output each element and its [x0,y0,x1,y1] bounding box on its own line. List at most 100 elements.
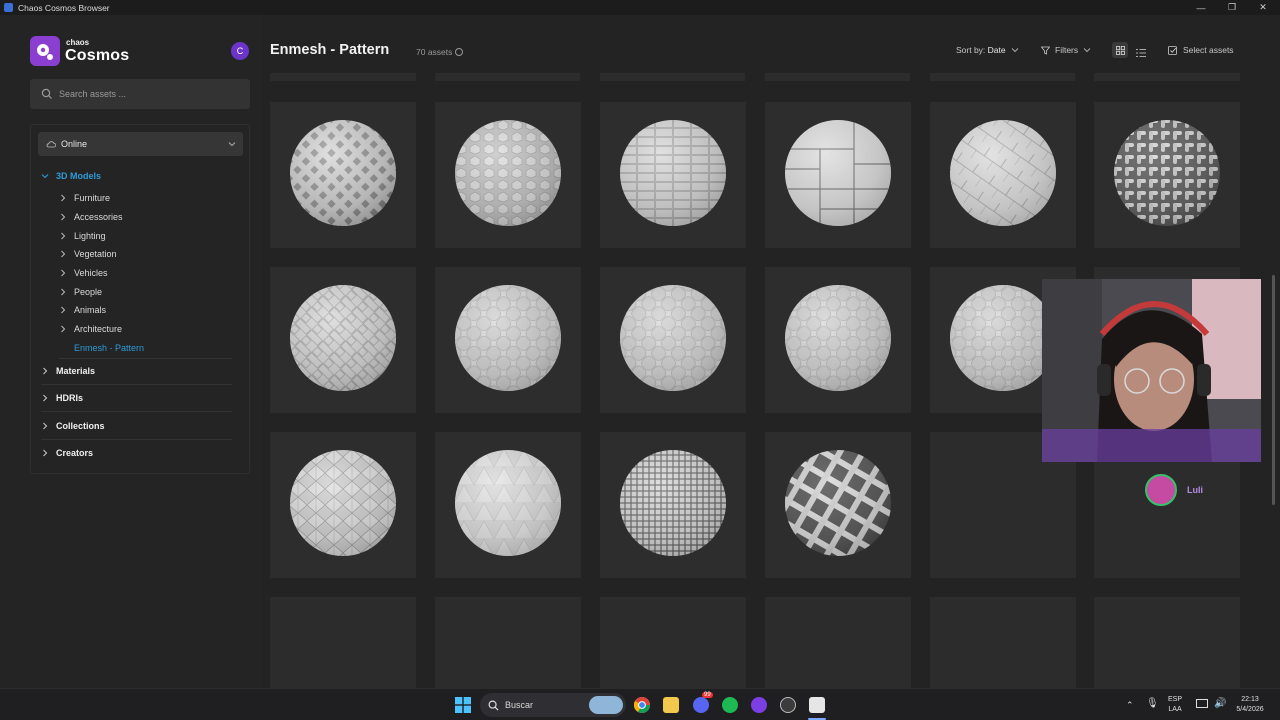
tree-section-3d-models[interactable]: 3D Models [41,171,101,181]
asset-tile[interactable] [600,597,746,688]
tree-section-materials[interactable]: Materials [41,366,95,376]
tree-item-accessories[interactable]: Accessories [59,212,123,222]
filters-label: Filters [1055,45,1079,55]
tree-item-animals[interactable]: Animals [59,305,106,315]
asset-tile[interactable] [1094,597,1240,688]
grid-view-icon [1115,45,1125,55]
asset-tile[interactable] [600,267,746,413]
network-icon[interactable] [1196,699,1208,708]
language-top: ESP [1168,696,1183,703]
chevron-right-icon [61,306,66,314]
asset-tile[interactable] [435,267,581,413]
sphere-preview [620,285,726,391]
asset-tile[interactable] [270,432,416,578]
tree-item-vegetation[interactable]: Vegetation [59,249,117,259]
list-view-button[interactable] [1136,45,1146,63]
select-assets-button[interactable]: Select assets [1168,45,1234,55]
window-title: Chaos Cosmos Browser [18,2,110,13]
asset-tile[interactable] [270,267,416,413]
language-indicator[interactable]: ESP LAA [1168,695,1182,715]
streamer-badge: Luli [1145,474,1203,506]
source-label: Online [61,139,88,149]
sphere-preview [785,120,891,226]
github-icon[interactable] [780,697,796,713]
tree-item-people[interactable]: People [59,287,102,297]
search-box[interactable]: Search assets ... [30,79,250,109]
tree-section-creators[interactable]: Creators [41,448,93,458]
search-input[interactable]: Search assets ... [59,89,126,99]
asset-tile[interactable] [765,267,911,413]
sphere-preview [290,450,396,556]
asset-tile-partial[interactable] [930,73,1075,81]
asset-tile[interactable] [765,102,911,248]
tree-item-label: Furniture [74,193,111,203]
divider [41,411,232,412]
asset-tile[interactable] [765,597,911,688]
asset-tile[interactable] [600,432,746,578]
filters-button[interactable]: Filters [1041,45,1091,55]
sphere-preview [455,450,561,556]
asset-tile[interactable] [765,432,911,578]
tree-item-label: Vehicles [74,268,108,278]
chrome-icon[interactable] [633,697,650,713]
sphere-preview [785,285,891,391]
chevron-right-icon [43,367,48,375]
asset-tile[interactable] [435,432,581,578]
webcam-feed-image [1042,279,1261,462]
asset-tile[interactable] [600,102,746,248]
chevron-down-icon [228,142,236,147]
cosmos-logo-icon[interactable] [30,36,60,66]
tree-section-hdris[interactable]: HDRIs [41,393,83,403]
microphone-icon[interactable]: 🎙 [1146,698,1159,709]
asset-tile[interactable] [930,597,1076,688]
sort-dropdown[interactable]: Sort by: Date [956,45,1019,55]
chevron-right-icon [61,194,66,202]
chevron-down-icon [1011,48,1018,53]
user-avatar[interactable]: C [231,42,249,60]
close-button[interactable]: ✕ [1248,0,1278,15]
tree-section-collections[interactable]: Collections [41,421,105,431]
minimize-button[interactable]: — [1186,0,1216,15]
app-circle-icon[interactable] [751,697,767,713]
discord-icon[interactable]: 99 [693,692,713,713]
asset-tile-partial[interactable] [600,73,745,81]
search-icon [488,700,499,711]
brand-small-label: chaos [66,38,90,47]
tree-section-label: Creators [56,448,94,458]
asset-tile-partial[interactable] [1094,73,1240,81]
asset-tile[interactable] [930,102,1076,248]
maximize-button[interactable]: ❐ [1217,0,1247,15]
tree-item-vehicles[interactable]: Vehicles [59,268,108,278]
asset-tile-partial[interactable] [270,73,416,81]
clock-time: 22:13 [1241,696,1259,703]
streamer-name: Luli [1187,485,1203,495]
tree-item-furniture[interactable]: Furniture [59,193,110,203]
tree-item-enmesh-pattern[interactable]: Enmesh - Pattern [74,343,144,353]
spotify-icon[interactable] [722,697,738,713]
asset-tile[interactable] [270,102,416,248]
tray-expand-icon[interactable]: ⌃ [1126,700,1134,711]
asset-tile[interactable] [435,102,581,248]
file-explorer-icon[interactable] [663,697,679,713]
chevron-down-icon [41,174,49,179]
asset-tile-partial[interactable] [435,73,580,81]
asset-tile[interactable] [270,597,416,688]
clock[interactable]: 22:13 5/4/2026 [1232,695,1268,715]
info-icon[interactable] [455,48,464,56]
tree-item-architecture[interactable]: Architecture [59,324,122,334]
volume-icon[interactable]: 🔊 [1214,698,1226,709]
asset-tile[interactable] [435,597,581,688]
tree-section-label: 3D Models [56,171,102,181]
windows-start-icon[interactable] [455,697,471,718]
cosmos-taskbar-icon[interactable] [809,697,825,713]
asset-tile[interactable] [1094,102,1240,248]
category-tree: Online 3D Models Furniture Accessories L… [30,124,250,474]
source-dropdown[interactable]: Online [38,132,243,156]
tree-item-lighting[interactable]: Lighting [59,231,106,241]
taskbar-search[interactable]: Buscar [480,693,626,717]
scrollbar[interactable] [1272,275,1275,505]
chevron-right-icon [61,269,66,277]
asset-tile-partial[interactable] [765,73,910,81]
windows-taskbar: Buscar 99 ⌃ 🎙 ESP LAA 🔊 22:13 5/4/2026 [0,688,1280,720]
grid-view-button[interactable] [1112,42,1128,58]
